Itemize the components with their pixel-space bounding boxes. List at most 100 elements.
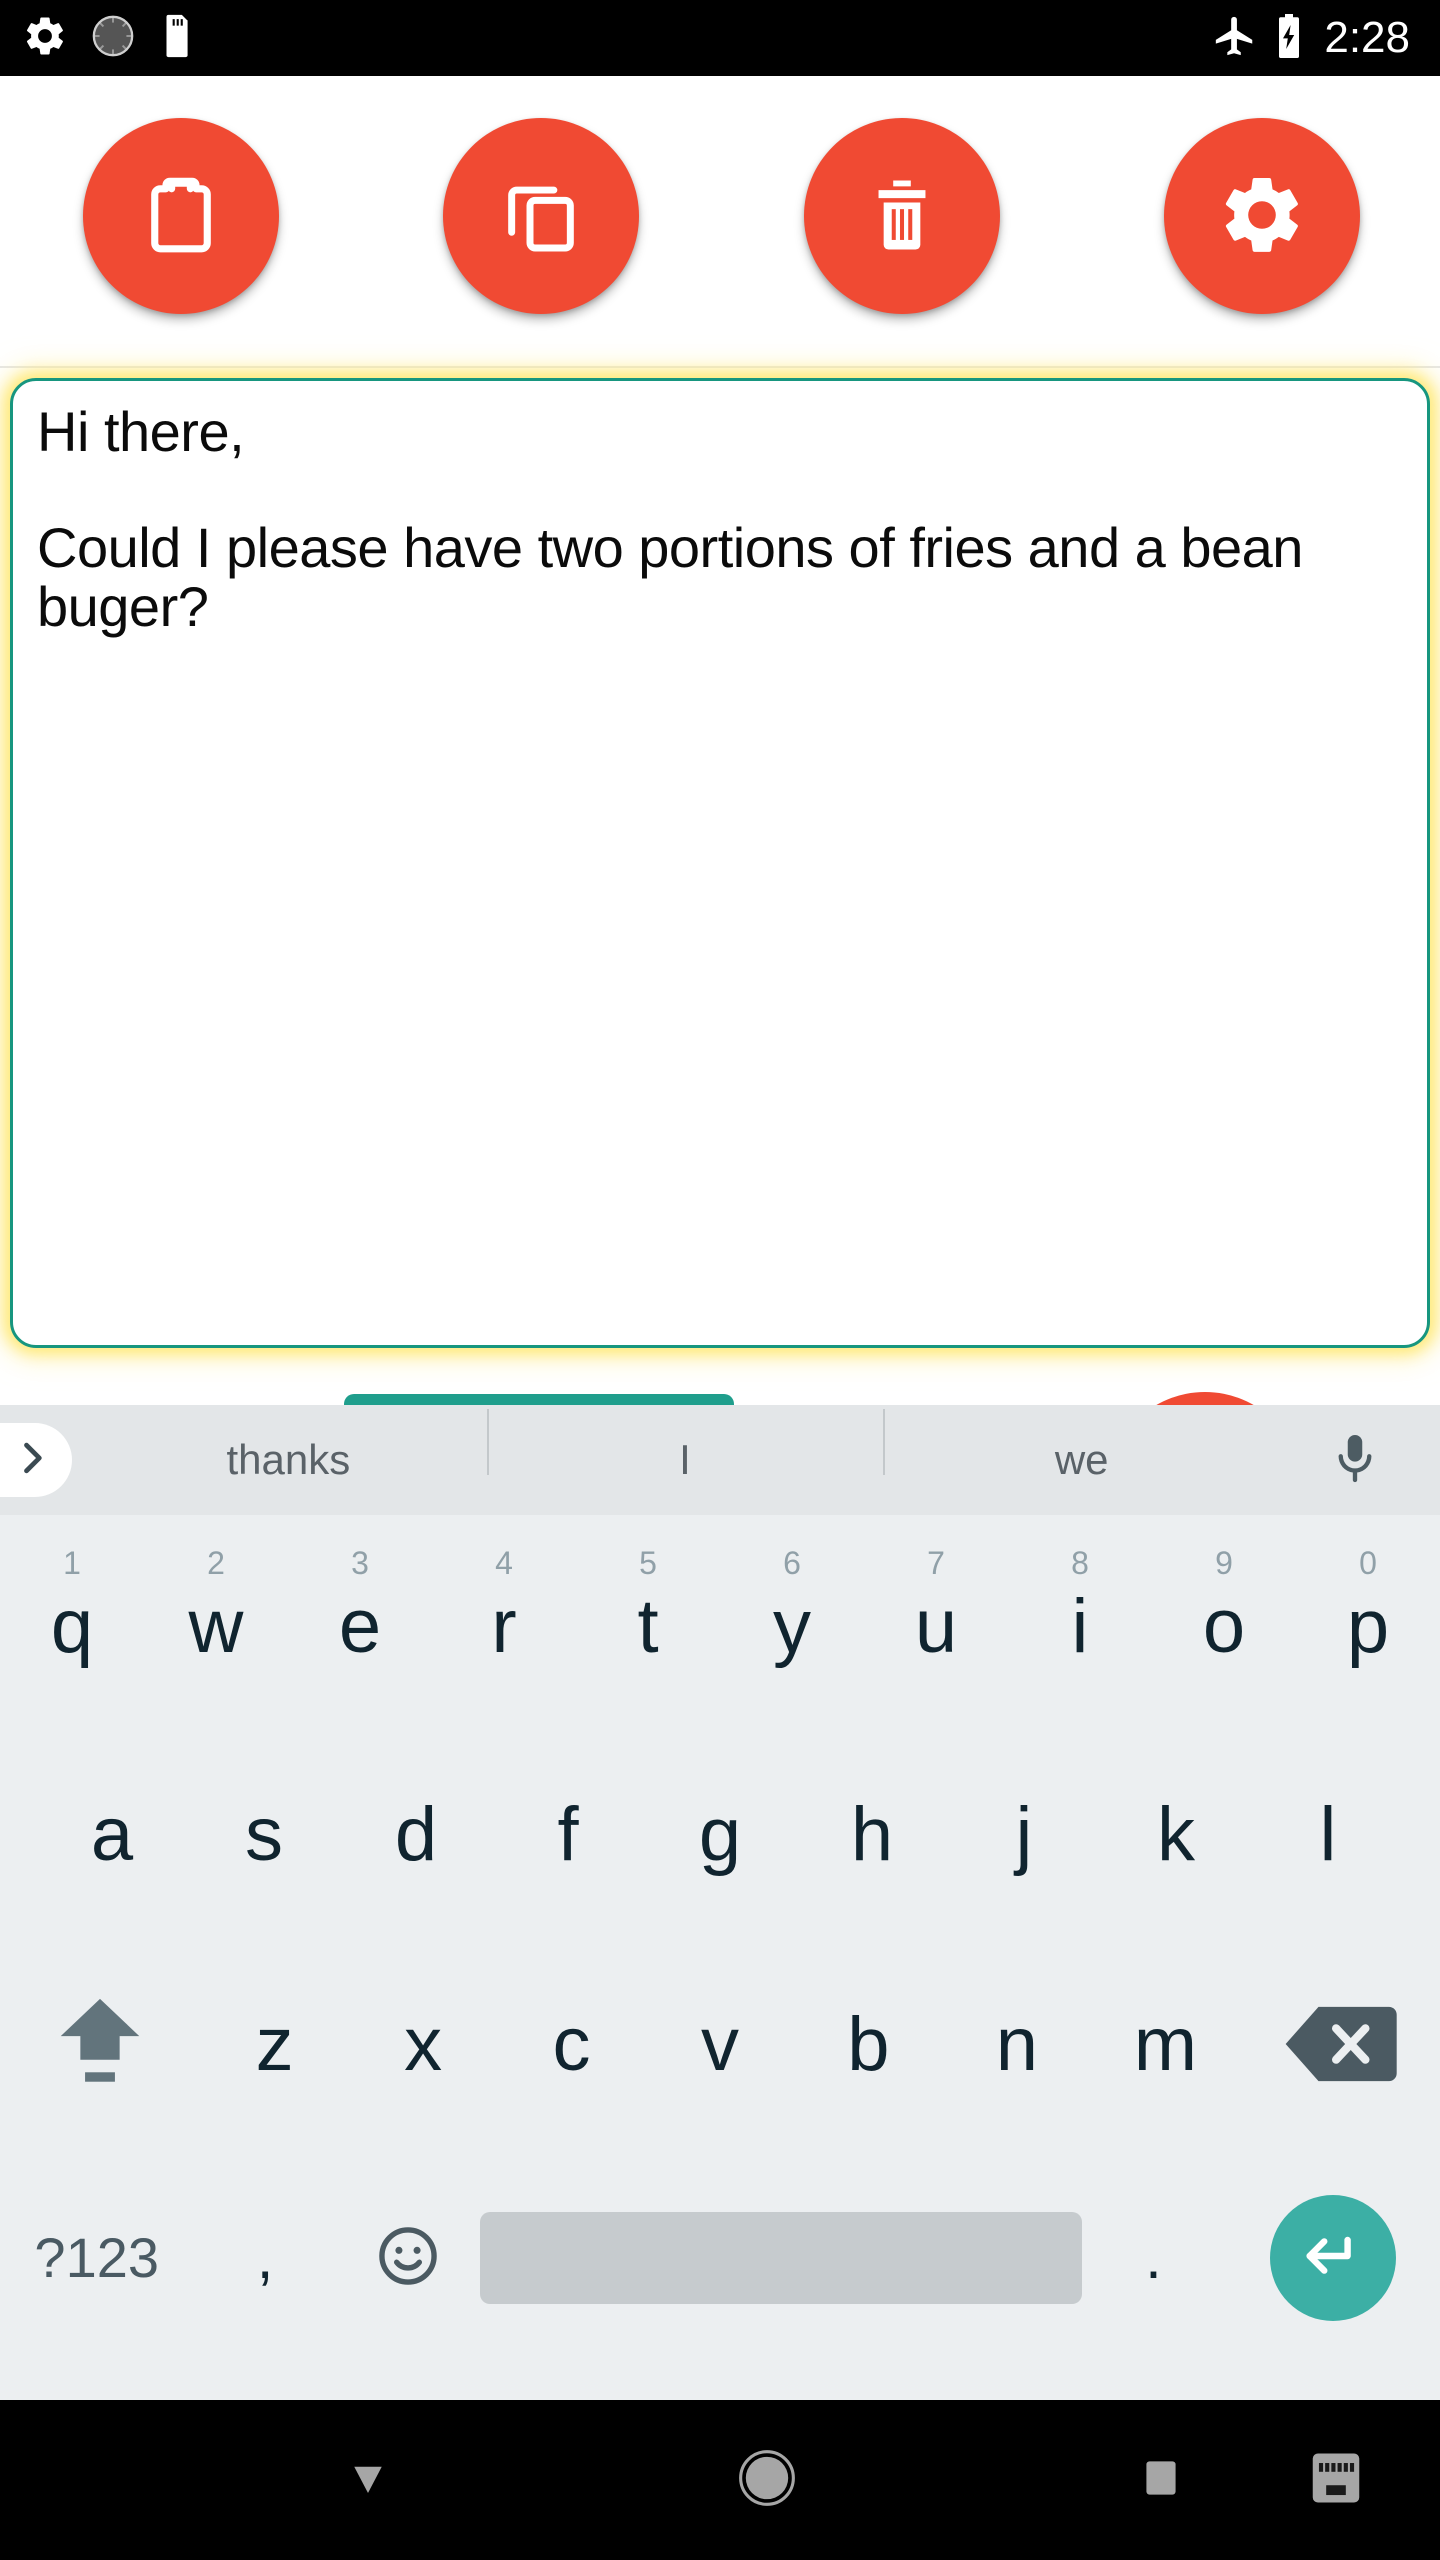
key-u[interactable]: 7u	[864, 1523, 1008, 1730]
nav-back-hide-keyboard-button[interactable]	[338, 2448, 398, 2513]
expand-suggestions-button[interactable]	[0, 1423, 72, 1497]
nav-keyboard-switch-button[interactable]	[1304, 2447, 1368, 2514]
key-q[interactable]: 1q	[0, 1523, 144, 1730]
enter-key[interactable]	[1225, 2150, 1440, 2365]
keyboard-row-1: 1q 2w 3e 4r 5t 6y 7u 8i 9o 0p	[0, 1515, 1440, 1730]
space-key[interactable]	[480, 2150, 1082, 2365]
key-label: w	[188, 1583, 244, 1669]
trash-icon	[858, 171, 946, 262]
key-number-hint: 6	[783, 1545, 801, 1581]
key-i[interactable]: 8i	[1008, 1523, 1152, 1730]
key-s[interactable]: s	[188, 1730, 340, 1940]
key-number-hint: 9	[1215, 1545, 1233, 1581]
copy-button[interactable]	[443, 118, 639, 314]
editor-container: Hi there, Could I please have two portio…	[0, 368, 1440, 1358]
backspace-icon	[1282, 2001, 1398, 2090]
key-label: f	[557, 1792, 579, 1877]
keyboard-icon	[1304, 2447, 1368, 2514]
circle-home-icon	[736, 2447, 798, 2514]
key-label: s	[245, 1792, 283, 1877]
key-label: ?123	[34, 2225, 159, 2289]
key-a[interactable]: a	[36, 1730, 188, 1940]
key-o[interactable]: 9o	[1152, 1523, 1296, 1730]
key-b[interactable]: b	[794, 1940, 942, 2150]
key-label: ,	[256, 2223, 274, 2291]
key-y[interactable]: 6y	[720, 1523, 864, 1730]
key-f[interactable]: f	[492, 1730, 644, 1940]
key-label: o	[1202, 1583, 1246, 1669]
key-n[interactable]: n	[943, 1940, 1091, 2150]
android-navigation-bar	[0, 2400, 1440, 2560]
symbols-key[interactable]: ?123	[0, 2150, 193, 2365]
suggestion-item-2[interactable]: I	[486, 1409, 884, 1484]
key-label: j	[1015, 1792, 1033, 1877]
key-label: r	[491, 1583, 517, 1669]
suggestion-list: thanks I we	[0, 1405, 1440, 1515]
voice-input-button[interactable]	[1280, 1429, 1430, 1492]
paste-button[interactable]	[83, 118, 279, 314]
nav-recents-button[interactable]	[1136, 2453, 1186, 2508]
key-label: g	[698, 1792, 742, 1877]
key-label: k	[1157, 1792, 1195, 1877]
airplane-mode-icon	[1212, 13, 1258, 64]
suggestion-item-3[interactable]: we	[883, 1409, 1280, 1484]
key-label: i	[1071, 1583, 1089, 1669]
square-recents-icon	[1136, 2453, 1186, 2508]
status-bar-clock: 2:28	[1324, 13, 1410, 62]
key-g[interactable]: g	[644, 1730, 796, 1940]
key-x[interactable]: x	[349, 1940, 497, 2150]
period-key[interactable]: .	[1082, 2150, 1225, 2365]
emoji-key[interactable]	[337, 2150, 480, 2365]
key-e[interactable]: 3e	[288, 1523, 432, 1730]
key-k[interactable]: k	[1100, 1730, 1252, 1940]
enter-key-surface	[1269, 2194, 1396, 2321]
key-number-hint: 0	[1359, 1545, 1377, 1581]
key-r[interactable]: 4r	[432, 1523, 576, 1730]
key-label: y	[773, 1583, 811, 1669]
key-p[interactable]: 0p	[1296, 1523, 1440, 1730]
text-input-field[interactable]: Hi there, Could I please have two portio…	[10, 378, 1430, 1348]
key-label: u	[914, 1583, 958, 1669]
key-label: .	[1145, 2223, 1162, 2291]
suggestion-item-1[interactable]: thanks	[90, 1436, 487, 1484]
gear-icon	[22, 13, 68, 64]
key-z[interactable]: z	[200, 1940, 348, 2150]
key-number-hint: 3	[351, 1545, 369, 1581]
key-label: q	[50, 1583, 94, 1669]
dial-icon	[90, 13, 136, 64]
key-label: c	[552, 2002, 591, 2087]
key-label: a	[90, 1792, 134, 1877]
nav-home-button[interactable]	[736, 2447, 798, 2514]
key-label: n	[995, 2002, 1039, 2087]
sd-card-icon	[158, 13, 198, 64]
key-c[interactable]: c	[497, 1940, 645, 2150]
key-label: b	[847, 2002, 890, 2087]
settings-button[interactable]	[1164, 118, 1360, 314]
key-h[interactable]: h	[796, 1730, 948, 1940]
key-number-hint: 7	[927, 1545, 945, 1581]
phone-screen: 2:28 Hi there, Could I please have two p…	[0, 0, 1440, 2560]
key-label: d	[394, 1792, 438, 1877]
key-w[interactable]: 2w	[144, 1523, 288, 1730]
key-label: x	[404, 2002, 443, 2087]
status-bar: 2:28	[0, 0, 1440, 76]
delete-button[interactable]	[804, 118, 1000, 314]
key-v[interactable]: v	[646, 1940, 794, 2150]
battery-charging-icon	[1272, 12, 1306, 65]
key-d[interactable]: d	[340, 1730, 492, 1940]
key-m[interactable]: m	[1091, 1940, 1239, 2150]
emoji-smiley-icon	[374, 2222, 442, 2293]
enter-return-icon	[1298, 2221, 1368, 2294]
comma-key[interactable]: ,	[193, 2150, 336, 2365]
key-number-hint: 2	[207, 1545, 225, 1581]
key-j[interactable]: j	[948, 1730, 1100, 1940]
key-t[interactable]: 5t	[576, 1523, 720, 1730]
backspace-key[interactable]	[1240, 1940, 1440, 2150]
key-l[interactable]: l	[1252, 1730, 1404, 1940]
copy-icon	[497, 171, 585, 262]
key-label: v	[700, 2002, 739, 2087]
key-label: p	[1346, 1583, 1390, 1669]
key-label: e	[338, 1583, 382, 1669]
key-label: t	[637, 1583, 659, 1669]
shift-key[interactable]	[0, 1940, 200, 2150]
